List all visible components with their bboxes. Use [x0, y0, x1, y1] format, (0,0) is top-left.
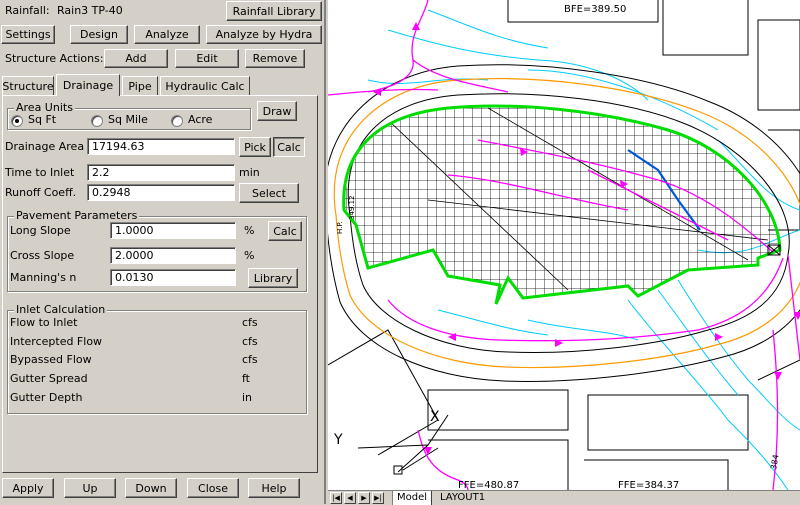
up-button[interactable]: Up	[64, 478, 116, 498]
edit-structure-button[interactable]: Edit	[175, 49, 239, 68]
drainage-area-input[interactable]: 17194.63	[87, 138, 235, 155]
mannings-n-label: Manning's n	[10, 271, 77, 284]
runoff-coeff-label: Runoff Coeff.	[5, 186, 77, 199]
first-layout-button[interactable]: |◀	[330, 492, 342, 504]
bfe-label: BFE=389.50	[564, 4, 626, 15]
acre-label: Acre	[188, 113, 213, 126]
elevation-label: 349.12	[348, 196, 356, 221]
axis-y-label: Y	[333, 432, 343, 448]
bypassed-flow-label: Bypassed Flow	[10, 353, 92, 366]
ffe-label-left: FFE=480.87	[458, 480, 519, 490]
layout-tab-model[interactable]: Model	[392, 491, 433, 505]
draw-button[interactable]: Draw	[257, 101, 297, 121]
down-button[interactable]: Down	[125, 478, 177, 498]
pick-button[interactable]: Pick	[239, 137, 271, 157]
cad-drawing-viewport[interactable]: X Y BFE=389.50 FFE=480.87 FFE=384.37 H.P…	[328, 0, 800, 490]
next-layout-button[interactable]: ▶	[358, 492, 370, 504]
drainage-panel: Rainfall: Rain3 TP-40 Rainfall Library S…	[0, 0, 326, 504]
tab-structure[interactable]: Structure	[2, 76, 54, 95]
site-plan-drawing: X Y BFE=389.50 FFE=480.87 FFE=384.37 H.P…	[328, 0, 800, 490]
settings-button[interactable]: Settings	[1, 25, 55, 44]
hp-label: H.P.	[336, 221, 344, 234]
long-slope-unit: %	[244, 224, 255, 237]
time-unit: min	[239, 166, 260, 179]
tab-drainage[interactable]: Drainage	[56, 74, 120, 96]
close-button[interactable]: Close	[187, 478, 239, 498]
calc-slope-button[interactable]: Calc	[268, 221, 302, 241]
sq-ft-radio[interactable]	[11, 115, 23, 127]
gutter-depth-label: Gutter Depth	[10, 391, 83, 404]
tab-page-drainage: Area Units Sq Ft Sq Mile Acre Draw Drain…	[2, 95, 318, 473]
inlet-calculation-title: Inlet Calculation	[14, 303, 108, 316]
layout-tab-bar: |◀ ◀ ▶ ▶| Model LAYOUT1	[328, 490, 800, 505]
pavement-parameters-title: Pavement Parameters	[14, 209, 140, 222]
analyze-button[interactable]: Analyze	[134, 25, 200, 44]
cross-slope-label: Cross Slope	[10, 249, 75, 262]
contour-label: 384	[769, 454, 781, 471]
rainfall-label: Rainfall:	[5, 4, 50, 17]
add-structure-button[interactable]: Add	[104, 49, 168, 68]
gutter-spread-unit: ft	[242, 372, 250, 385]
flow-to-inlet-label: Flow to Inlet	[10, 316, 78, 329]
sq-mile-radio[interactable]	[91, 115, 103, 127]
inlet-calculation-group: Inlet Calculation Flow to Inlet cfs Inte…	[7, 303, 307, 414]
calc-area-button[interactable]: Calc	[273, 137, 305, 157]
flow-to-inlet-unit: cfs	[242, 316, 258, 329]
long-slope-input[interactable]: 1.0000	[110, 222, 236, 239]
rainfall-library-button[interactable]: Rainfall Library	[226, 1, 322, 21]
long-slope-label: Long Slope	[10, 224, 71, 237]
runoff-coeff-input[interactable]: 0.2948	[87, 184, 235, 201]
design-button[interactable]: Design	[70, 25, 128, 44]
sq-ft-label: Sq Ft	[28, 113, 57, 126]
gutter-depth-unit: in	[242, 391, 253, 404]
select-runoff-button[interactable]: Select	[239, 183, 299, 203]
catchment-grid	[343, 106, 781, 304]
time-to-inlet-input[interactable]: 2.2	[87, 164, 235, 181]
cross-slope-input[interactable]: 2.0000	[110, 247, 236, 264]
prev-layout-button[interactable]: ◀	[344, 492, 356, 504]
bypassed-flow-unit: cfs	[242, 353, 258, 366]
axis-x-label: X	[430, 409, 440, 425]
ffe-label-right: FFE=384.37	[618, 480, 679, 490]
remove-structure-button[interactable]: Remove	[245, 49, 305, 68]
help-button[interactable]: Help	[248, 478, 300, 498]
rainfall-value: Rain3 TP-40	[57, 4, 123, 17]
time-to-inlet-label: Time to Inlet	[5, 166, 75, 179]
pavement-parameters-group: Pavement Parameters Long Slope 1.0000 % …	[7, 209, 307, 292]
acre-radio[interactable]	[171, 115, 183, 127]
apply-button[interactable]: Apply	[2, 478, 54, 498]
layout-tab-layout1[interactable]: LAYOUT1	[436, 491, 489, 505]
drainage-area-label: Drainage Area	[5, 140, 85, 153]
analyze-by-hydra-button[interactable]: Analyze by Hydra	[206, 25, 322, 44]
sq-mile-label: Sq Mile	[108, 113, 148, 126]
tab-pipe[interactable]: Pipe	[122, 76, 158, 95]
area-units-group: Area Units Sq Ft Sq Mile Acre	[7, 101, 251, 130]
intercepted-flow-unit: cfs	[242, 335, 258, 348]
last-layout-button[interactable]: ▶|	[372, 492, 384, 504]
tab-hydraulic-calc[interactable]: Hydraulic Calc	[160, 76, 250, 95]
structure-actions-label: Structure Actions:	[5, 52, 104, 65]
cross-slope-unit: %	[244, 249, 255, 262]
intercepted-flow-label: Intercepted Flow	[10, 335, 103, 348]
gutter-spread-label: Gutter Spread	[10, 372, 88, 385]
mannings-library-button[interactable]: Library	[248, 268, 298, 288]
mannings-n-input[interactable]: 0.0130	[110, 269, 236, 286]
